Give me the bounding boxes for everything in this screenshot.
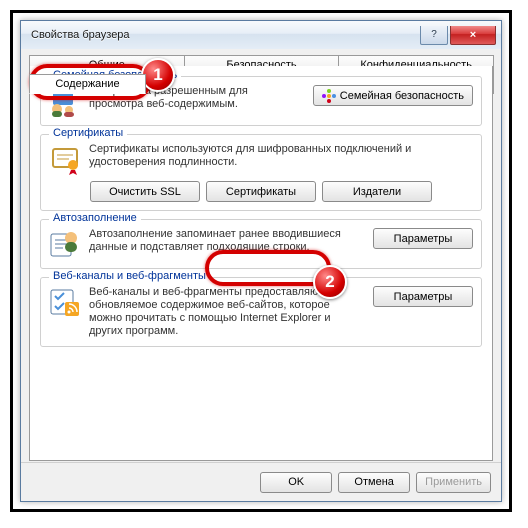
help-button[interactable]: ? [420,26,448,45]
feeds-desc: Веб-каналы и веб-фрагменты предоставляют… [89,286,365,338]
feeds-group: Веб-каналы и веб-фрагменты Веб-каналы и … [40,277,482,347]
feeds-icon [49,286,81,318]
feeds-title: Веб-каналы и веб-фрагменты [49,270,210,282]
internet-options-dialog: Свойства браузера ? × Общие Безопасность… [20,20,502,502]
certificate-icon [49,143,81,175]
ok-button[interactable]: OK [260,472,332,493]
clear-ssl-button[interactable]: Очистить SSL [90,181,200,202]
window-title: Свойства браузера [31,29,419,41]
content-tab-page: Семейная безопасность Контроль за разреш… [29,66,493,461]
autofill-desc: Автозаполнение запоминает ранее вводивши… [89,228,365,254]
certificates-title: Сертификаты [49,127,127,139]
close-button[interactable]: × [450,26,496,45]
titlebar: Свойства браузера ? × [21,21,501,49]
autofill-icon [49,228,81,260]
autofill-title: Автозаполнение [49,212,141,224]
autofill-group: Автозаполнение Автозаполнение запоминает… [40,219,482,269]
certificates-desc: Сертификаты используются для шифрованных… [89,143,473,169]
cancel-button[interactable]: Отмена [338,472,410,493]
tab-content[interactable]: Содержание [29,74,146,94]
autofill-settings-button[interactable]: Параметры [373,228,473,249]
family-safety-button[interactable]: Семейная безопасность [313,85,473,106]
certificates-button[interactable]: Сертификаты [206,181,316,202]
certificates-group: Сертификаты Сертификаты используются для… [40,134,482,211]
apply-button[interactable]: Применить [416,472,491,493]
flower-icon [322,89,336,103]
publishers-button[interactable]: Издатели [322,181,432,202]
dialog-footer: OK Отмена Применить [21,462,501,501]
feeds-settings-button[interactable]: Параметры [373,286,473,307]
